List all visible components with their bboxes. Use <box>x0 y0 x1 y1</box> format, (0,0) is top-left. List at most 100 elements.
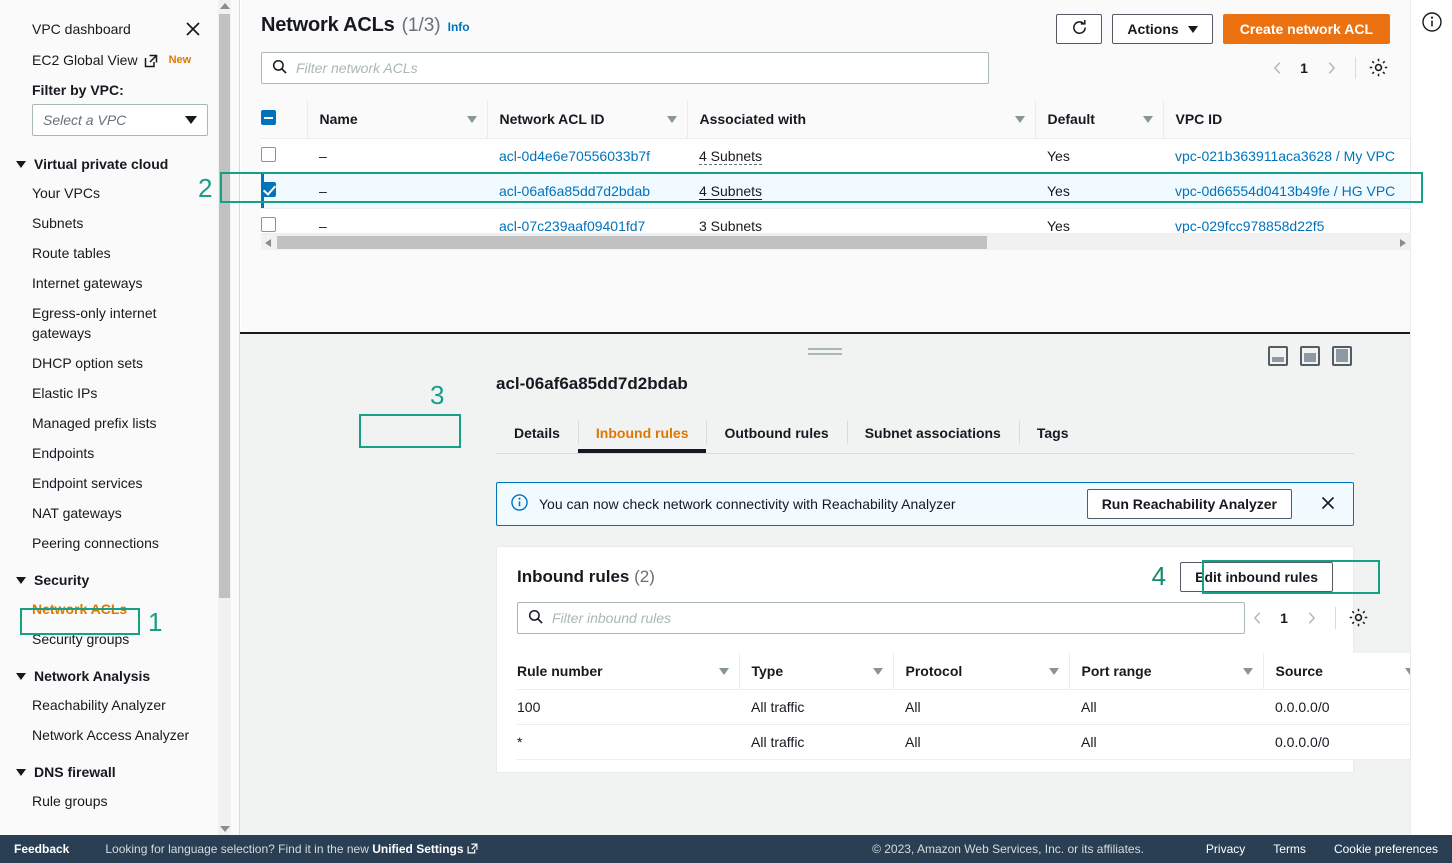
close-icon[interactable] <box>1319 494 1339 514</box>
sidebar-item-peering-connections[interactable]: Peering connections <box>0 528 222 558</box>
scroll-up-icon[interactable] <box>220 3 230 9</box>
filter-network-acls-box[interactable] <box>261 52 989 84</box>
panel-resize-handle[interactable] <box>808 348 842 358</box>
vpc-id-link[interactable]: vpc-029fcc978858d22f5 <box>1175 218 1324 234</box>
table-row[interactable]: * All traffic All All 0.0.0.0/0 <box>517 724 1452 760</box>
vpc-select[interactable]: Select a VPC <box>32 104 208 136</box>
tab-details[interactable]: Details <box>496 412 578 453</box>
associated-subnets-link[interactable]: 4 Subnets <box>699 183 763 200</box>
row-checkbox[interactable] <box>261 147 276 162</box>
sidebar-group-virtual-private-cloud[interactable]: Virtual private cloud <box>0 146 222 178</box>
sort-icon[interactable] <box>466 115 477 123</box>
gear-icon[interactable] <box>1348 607 1370 629</box>
sidebar-group-dns-firewall[interactable]: DNS firewall <box>0 750 222 786</box>
sidebar-item-network-access-analyzer[interactable]: Network Access Analyzer <box>0 720 222 750</box>
chevron-left-icon[interactable] <box>1245 604 1269 632</box>
row-checkbox[interactable] <box>261 182 276 197</box>
sidebar-scrollbar[interactable] <box>218 0 231 835</box>
tab-outbound-rules[interactable]: Outbound rules <box>706 412 846 453</box>
page-number[interactable]: 1 <box>1273 610 1295 626</box>
sidebar-item-network-acls[interactable]: Network ACLs <box>0 594 222 624</box>
gear-icon[interactable] <box>1368 57 1390 79</box>
filter-inbound-rules-box[interactable] <box>517 602 1245 634</box>
scroll-left-icon[interactable] <box>265 239 271 247</box>
network-acl-id-link[interactable]: acl-07c239aaf09401fd7 <box>499 218 645 234</box>
panel-size-large-icon[interactable] <box>1332 346 1352 366</box>
run-reachability-analyzer-button[interactable]: Run Reachability Analyzer <box>1086 489 1292 519</box>
network-acl-id-link[interactable]: acl-06af6a85dd7d2bdab <box>499 183 650 199</box>
sidebar-item-egress-only-internet-gateways[interactable]: Egress-only internet gateways <box>0 298 222 348</box>
inbound-rules-search-input[interactable] <box>552 610 1234 626</box>
sidebar-item-subnets[interactable]: Subnets <box>0 208 222 238</box>
vpc-id-link[interactable]: vpc-021b363911aca3628 / My VPC <box>1175 148 1395 164</box>
tab-tags[interactable]: Tags <box>1018 412 1087 453</box>
table-horizontal-scrollbar[interactable] <box>261 233 1410 250</box>
sort-icon[interactable] <box>872 667 883 675</box>
sidebar-item-your-vpcs[interactable]: Your VPCs <box>0 178 222 208</box>
column-header-rule-number[interactable]: Rule number <box>517 653 739 690</box>
column-header-associated-with[interactable]: Associated with <box>686 100 1035 139</box>
sidebar-item-security-groups[interactable]: Security groups <box>0 624 222 654</box>
row-checkbox[interactable] <box>261 217 276 232</box>
sort-icon[interactable] <box>666 115 677 123</box>
sidebar-item-endpoints[interactable]: Endpoints <box>0 438 222 468</box>
edit-inbound-rules-button[interactable]: Edit inbound rules <box>1180 561 1333 592</box>
column-header-name[interactable]: Name <box>306 100 487 139</box>
sidebar-item-nat-gateways[interactable]: NAT gateways <box>0 498 222 528</box>
sidebar-group-network-analysis[interactable]: Network Analysis <box>0 654 222 690</box>
scrollbar-thumb[interactable] <box>277 236 987 249</box>
associated-subnets-link[interactable]: 4 Subnets <box>699 148 763 165</box>
page-number[interactable]: 1 <box>1293 60 1315 76</box>
close-icon[interactable] <box>184 20 202 38</box>
sidebar-item-internet-gateways[interactable]: Internet gateways <box>0 268 222 298</box>
panel-size-medium-icon[interactable] <box>1300 346 1320 366</box>
sort-icon[interactable] <box>1048 667 1059 675</box>
search-input[interactable] <box>296 60 978 76</box>
sidebar-group-security[interactable]: Security <box>0 558 222 594</box>
column-header-source[interactable]: Source <box>1262 653 1425 690</box>
unified-settings-link[interactable]: Unified Settings <box>372 842 463 856</box>
sort-icon[interactable] <box>1242 667 1253 675</box>
sort-icon[interactable] <box>718 667 729 675</box>
column-header-type[interactable]: Type <box>738 653 893 690</box>
sort-icon[interactable] <box>1142 115 1153 123</box>
sort-icon[interactable] <box>1014 115 1025 123</box>
scroll-right-icon[interactable] <box>1400 239 1406 247</box>
privacy-link[interactable]: Privacy <box>1206 842 1245 856</box>
network-acl-id-link[interactable]: acl-0d4e6e70556033b7f <box>499 148 650 164</box>
chevron-right-icon[interactable] <box>1319 54 1343 82</box>
cookie-preferences-link[interactable]: Cookie preferences <box>1334 842 1438 856</box>
chevron-left-icon[interactable] <box>1265 54 1289 82</box>
select-all-checkbox[interactable] <box>261 110 276 125</box>
column-header-default[interactable]: Default <box>1034 100 1163 139</box>
chevron-right-icon[interactable] <box>1299 604 1323 632</box>
sidebar-item-vpc-dashboard[interactable]: VPC dashboard <box>32 21 131 37</box>
column-header-network-acl-id[interactable]: Network ACL ID <box>486 100 687 139</box>
create-network-acl-button[interactable]: Create network ACL <box>1222 14 1390 44</box>
info-link[interactable]: Info <box>448 20 470 34</box>
table-row[interactable]: – acl-06af6a85dd7d2bdab 4 Subnets Yes vp… <box>261 173 1413 209</box>
column-header-protocol[interactable]: Protocol <box>892 653 1069 690</box>
sidebar-item-reachability-analyzer[interactable]: Reachability Analyzer <box>0 690 222 720</box>
column-header-vpc-id[interactable]: VPC ID <box>1162 100 1413 139</box>
tab-inbound-rules[interactable]: Inbound rules <box>577 412 707 453</box>
column-header-port-range[interactable]: Port range <box>1068 653 1263 690</box>
scrollbar-thumb[interactable] <box>219 14 230 598</box>
terms-link[interactable]: Terms <box>1273 842 1306 856</box>
sidebar-item-elastic-ips[interactable]: Elastic IPs <box>0 378 222 408</box>
sidebar-item-endpoint-services[interactable]: Endpoint services <box>0 468 222 498</box>
feedback-link[interactable]: Feedback <box>14 842 69 856</box>
sidebar-item-route-tables[interactable]: Route tables <box>0 238 222 268</box>
vpc-id-link[interactable]: vpc-0d66554d0413b49fe / HG VPC <box>1175 183 1395 199</box>
info-circle-icon[interactable] <box>1421 12 1442 32</box>
tab-subnet-associations[interactable]: Subnet associations <box>846 412 1019 453</box>
sidebar-item-managed-prefix-lists[interactable]: Managed prefix lists <box>0 408 222 438</box>
actions-button[interactable]: Actions <box>1112 14 1213 44</box>
scroll-down-icon[interactable] <box>220 826 230 832</box>
sidebar-item-ec2-global-view[interactable]: EC2 Global View New <box>0 44 222 72</box>
panel-size-small-icon[interactable] <box>1268 346 1288 366</box>
sidebar-item-dhcp-option-sets[interactable]: DHCP option sets <box>0 348 222 378</box>
sidebar-item-rule-groups[interactable]: Rule groups <box>0 786 222 816</box>
table-row[interactable]: – acl-0d4e6e70556033b7f 4 Subnets Yes vp… <box>261 138 1413 174</box>
refresh-button[interactable] <box>1056 14 1103 44</box>
